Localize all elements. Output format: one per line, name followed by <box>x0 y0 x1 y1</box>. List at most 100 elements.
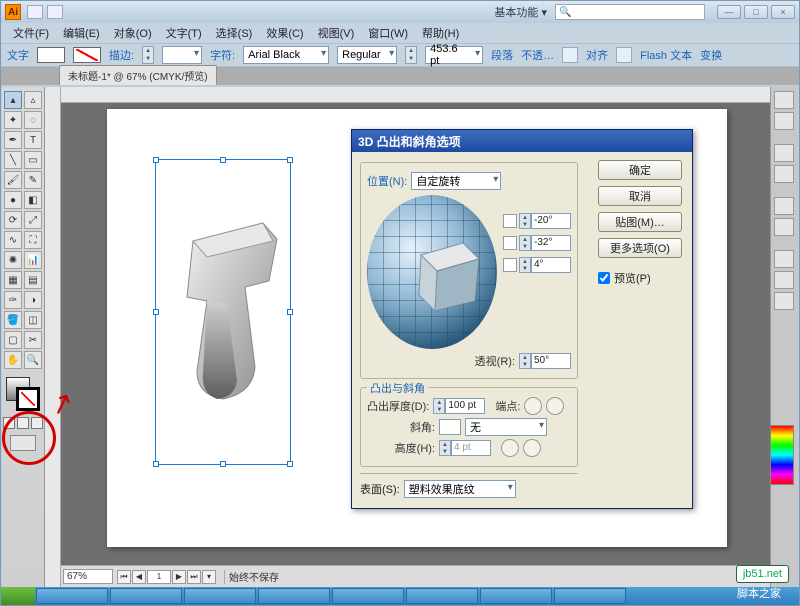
menu-object[interactable]: 对象(O) <box>108 23 158 43</box>
rot-y-stepper[interactable]: ▲▼ <box>519 235 531 251</box>
eraser-tool[interactable]: ◧ <box>24 191 42 209</box>
fill-swatch[interactable] <box>37 47 65 63</box>
blob-brush-tool[interactable]: ● <box>4 191 22 209</box>
menu-select[interactable]: 选择(S) <box>210 23 259 43</box>
transform-label[interactable]: 变换 <box>700 47 722 63</box>
taskbar-item[interactable] <box>480 588 552 604</box>
perspective-stepper[interactable]: ▲▼ <box>519 353 531 369</box>
ok-button[interactable]: 确定 <box>598 160 682 180</box>
handle-top-middle[interactable] <box>220 157 226 163</box>
rot-y-field[interactable]: -32° <box>531 235 571 251</box>
live-paint-selection-tool[interactable]: ◫ <box>24 311 42 329</box>
handle-bottom-middle[interactable] <box>220 461 226 467</box>
arrange-icon[interactable] <box>47 5 63 19</box>
selection-tool[interactable]: ▴ <box>4 91 22 109</box>
flash-icon[interactable] <box>616 47 632 63</box>
panel-transparency-icon[interactable] <box>774 197 794 215</box>
pen-tool[interactable]: ✒ <box>4 131 22 149</box>
font-size-stepper[interactable]: ▲▼ <box>405 46 417 64</box>
bevel-height-stepper[interactable]: ▲▼ <box>439 440 451 456</box>
taskbar-item[interactable] <box>332 588 404 604</box>
taskbar-item[interactable] <box>184 588 256 604</box>
panel-gradient-icon[interactable] <box>774 165 794 183</box>
bridge-icon[interactable] <box>27 5 43 19</box>
taskbar-item[interactable] <box>406 588 478 604</box>
menu-edit[interactable]: 编辑(E) <box>57 23 106 43</box>
nav-page-field[interactable]: 1 <box>147 570 171 584</box>
nav-dropdown[interactable]: ▾ <box>202 570 216 584</box>
line-tool[interactable]: ╲ <box>4 151 22 169</box>
font-family-select[interactable]: Arial Black <box>243 46 329 64</box>
screen-mode-button[interactable] <box>10 435 36 451</box>
magic-wand-tool[interactable]: ✦ <box>4 111 22 129</box>
recolor-icon[interactable] <box>562 47 578 63</box>
mesh-tool[interactable]: ▦ <box>4 271 22 289</box>
close-button[interactable]: × <box>771 5 795 19</box>
color-mode-none[interactable] <box>31 417 43 429</box>
rectangle-tool[interactable]: ▭ <box>24 151 42 169</box>
perspective-field[interactable]: 50° <box>531 353 571 369</box>
hand-tool[interactable]: ✋ <box>4 351 22 369</box>
rot-x-field[interactable]: -20° <box>531 213 571 229</box>
slice-tool[interactable]: ✂ <box>24 331 42 349</box>
stroke-weight-stepper[interactable]: ▲▼ <box>142 46 154 64</box>
stroke-color-icon[interactable] <box>16 387 40 411</box>
cancel-button[interactable]: 取消 <box>598 186 682 206</box>
rotate-tool[interactable]: ⟳ <box>4 211 22 229</box>
menu-help[interactable]: 帮助(H) <box>416 23 465 43</box>
preview-checkbox-input[interactable] <box>598 272 610 284</box>
color-mode-gradient[interactable] <box>17 417 29 429</box>
align-label[interactable]: 对齐 <box>586 47 608 63</box>
paragraph-label[interactable]: 段落 <box>491 47 513 63</box>
depth-field[interactable]: 100 pt <box>445 398 485 414</box>
fill-stroke-control[interactable] <box>6 377 40 411</box>
taskbar-item[interactable] <box>36 588 108 604</box>
rotation-trackball[interactable] <box>367 195 497 349</box>
rot-z-stepper[interactable]: ▲▼ <box>519 257 531 273</box>
direct-selection-tool[interactable]: ▵ <box>24 91 42 109</box>
eyedropper-tool[interactable]: ✑ <box>4 291 22 309</box>
handle-bottom-right[interactable] <box>287 461 293 467</box>
cap-off-button[interactable] <box>546 397 564 415</box>
cap-on-button[interactable] <box>524 397 542 415</box>
menu-effect[interactable]: 效果(C) <box>260 23 309 43</box>
bevel-height-field[interactable]: 4 pt <box>451 440 491 456</box>
handle-middle-left[interactable] <box>153 309 159 315</box>
map-art-button[interactable]: 贴图(M)… <box>598 212 682 232</box>
zoom-tool[interactable]: 🔍 <box>24 351 42 369</box>
stroke-swatch[interactable] <box>73 47 101 63</box>
nav-prev[interactable]: ◀ <box>132 570 146 584</box>
warp-tool[interactable]: ∿ <box>4 231 22 249</box>
lasso-tool[interactable]: ◌ <box>24 111 42 129</box>
panel-symbols-icon[interactable] <box>774 271 794 289</box>
taskbar-item[interactable] <box>110 588 182 604</box>
free-transform-tool[interactable]: ⛶ <box>24 231 42 249</box>
workspace-switcher[interactable]: 基本功能 ▾ <box>494 4 547 20</box>
zoom-field[interactable]: 67% <box>63 569 113 584</box>
nav-next[interactable]: ▶ <box>172 570 186 584</box>
bevel-select[interactable]: 无 <box>465 418 547 436</box>
paintbrush-tool[interactable]: 🖌 <box>4 171 22 189</box>
menu-view[interactable]: 视图(V) <box>312 23 361 43</box>
handle-top-right[interactable] <box>287 157 293 163</box>
stroke-label[interactable]: 描边: <box>109 47 134 63</box>
color-spectrum-icon[interactable] <box>770 425 794 485</box>
rot-z-field[interactable]: 4° <box>531 257 571 273</box>
panel-color-icon[interactable] <box>774 91 794 109</box>
bevel-in-button[interactable] <box>501 439 519 457</box>
bevel-out-button[interactable] <box>523 439 541 457</box>
panel-layers-icon[interactable] <box>774 250 794 268</box>
blend-tool[interactable]: ◑ <box>24 291 42 309</box>
handle-bottom-left[interactable] <box>153 461 159 467</box>
gradient-tool[interactable]: ▤ <box>24 271 42 289</box>
handle-top-left[interactable] <box>153 157 159 163</box>
depth-stepper[interactable]: ▲▼ <box>433 398 445 414</box>
taskbar-item[interactable] <box>258 588 330 604</box>
rot-x-stepper[interactable]: ▲▼ <box>519 213 531 229</box>
taskbar-item[interactable] <box>554 588 626 604</box>
menu-type[interactable]: 文字(T) <box>160 23 208 43</box>
pencil-tool[interactable]: ✎ <box>24 171 42 189</box>
symbol-sprayer-tool[interactable]: ✺ <box>4 251 22 269</box>
flash-text-label[interactable]: Flash 文本 <box>640 47 692 63</box>
start-button[interactable] <box>1 587 35 605</box>
